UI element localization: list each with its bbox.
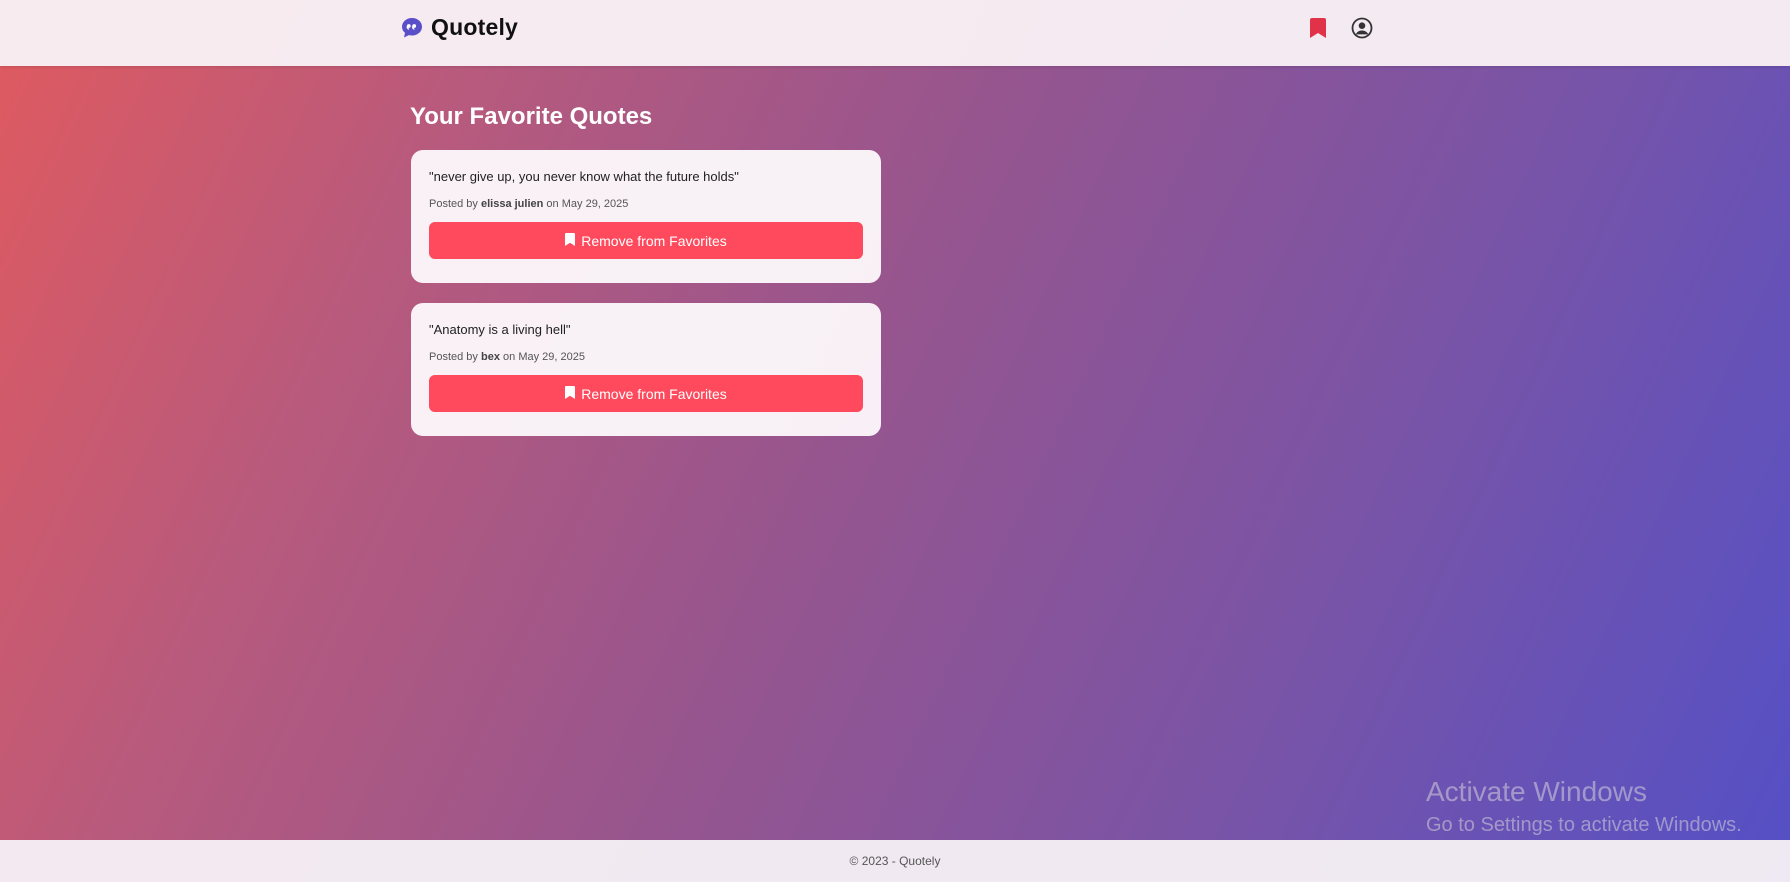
page-title: Your Favorite Quotes bbox=[410, 103, 653, 130]
quote-date: May 29, 2025 bbox=[561, 198, 629, 210]
quote-meta: Posted by bex on May 29, 2025 bbox=[429, 351, 863, 363]
watermark-subtitle: Go to Settings to activate Windows. bbox=[1426, 814, 1742, 836]
remove-favorite-button[interactable]: Remove from Favorites bbox=[429, 222, 863, 259]
bookmark-icon bbox=[565, 385, 576, 402]
quote-bubble-icon bbox=[400, 16, 424, 40]
brand-name: Quotely bbox=[431, 14, 519, 40]
watermark-title: Activate Windows bbox=[1426, 776, 1647, 807]
posted-by-prefix: Posted by bbox=[429, 351, 478, 363]
button-label: Remove from Favorites bbox=[581, 232, 727, 249]
user-circle-icon[interactable] bbox=[1350, 16, 1374, 40]
date-prefix: on bbox=[546, 198, 559, 210]
quote-author: bex bbox=[480, 351, 500, 363]
quote-date: May 29, 2025 bbox=[518, 351, 585, 363]
quote-author: elissa julien bbox=[480, 198, 544, 210]
quote-card: "Anatomy is a living hell" Posted by bex… bbox=[411, 303, 881, 436]
button-label: Remove from Favorites bbox=[581, 385, 727, 402]
date-prefix: on bbox=[503, 351, 516, 363]
footer: © 2023 - Quotely bbox=[0, 840, 1790, 882]
nav-actions bbox=[1306, 16, 1374, 40]
quote-card: "never give up, you never know what the … bbox=[411, 150, 881, 283]
posted-by-prefix: Posted by bbox=[429, 198, 478, 210]
bookmark-icon bbox=[565, 232, 576, 249]
remove-favorite-button[interactable]: Remove from Favorites bbox=[429, 375, 863, 412]
quote-meta: Posted by elissa julien on May 29, 2025 bbox=[429, 198, 863, 210]
quote-text: "Anatomy is a living hell" bbox=[429, 322, 571, 337]
navbar: Quotely bbox=[0, 0, 1790, 66]
bookmark-icon[interactable] bbox=[1306, 16, 1330, 40]
quote-text: "never give up, you never know what the … bbox=[429, 169, 739, 184]
activate-windows-watermark: Activate Windows Go to Settings to activ… bbox=[1426, 773, 1742, 839]
footer-text: © 2023 - Quotely bbox=[849, 854, 941, 868]
brand-link[interactable]: Quotely bbox=[400, 14, 518, 41]
